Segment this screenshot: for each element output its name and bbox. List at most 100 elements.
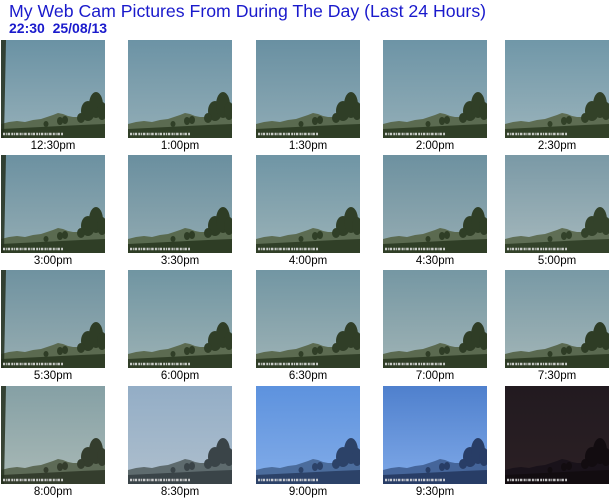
tree xyxy=(566,346,572,354)
tree xyxy=(566,231,572,239)
tree xyxy=(459,343,467,353)
tree xyxy=(332,228,340,238)
tree xyxy=(298,351,304,357)
time-label: 1:30pm xyxy=(288,140,328,152)
tree xyxy=(204,459,212,469)
time-label: 7:30pm xyxy=(537,370,577,382)
thumbnail-cell: 2:00pm xyxy=(383,40,487,153)
tree xyxy=(204,343,212,353)
thumbnail-cell: 8:00pm xyxy=(1,386,105,499)
webcam-thumbnail xyxy=(1,386,105,484)
webcam-scene xyxy=(1,386,105,484)
thumbnail-cell: 3:30pm xyxy=(128,155,232,268)
time-label: 2:00pm xyxy=(415,140,455,152)
webcam-thumbnail xyxy=(505,155,609,253)
tree xyxy=(581,343,589,353)
webcam-thumbnail xyxy=(1,40,105,138)
tree xyxy=(317,116,323,124)
time-label: 7:00pm xyxy=(415,370,455,382)
tree xyxy=(547,236,553,242)
webcam-thumbnail xyxy=(383,40,487,138)
tree xyxy=(170,467,176,473)
webcam-scene xyxy=(383,207,487,253)
webcam-thumbnail xyxy=(256,155,360,253)
webcam-scene xyxy=(505,207,609,253)
webcam-thumbnail xyxy=(383,270,487,368)
tree xyxy=(62,462,68,470)
webcam-thumbnail xyxy=(383,155,487,253)
webcam-thumbnail xyxy=(383,386,487,484)
webcam-scene xyxy=(383,322,487,368)
thumbnail-cell: 3:00pm xyxy=(1,155,105,268)
time-label: 6:30pm xyxy=(288,370,328,382)
webcam-scene xyxy=(505,322,609,368)
thumbnail-cell: 9:30pm xyxy=(383,386,487,499)
webcam-thumbnail xyxy=(256,40,360,138)
webcam-scene xyxy=(1,155,105,253)
page-title: My Web Cam Pictures From During The Day … xyxy=(9,1,487,21)
time-label: 5:00pm xyxy=(537,255,577,267)
webcam-thumbnail xyxy=(128,155,232,253)
tree xyxy=(566,116,572,124)
tree xyxy=(425,467,431,473)
tree xyxy=(77,228,85,238)
tree xyxy=(459,228,467,238)
thumbnail-cell: 5:30pm xyxy=(1,270,105,383)
webcam-thumbnail xyxy=(128,386,232,484)
tree xyxy=(77,113,85,123)
tree xyxy=(317,231,323,239)
tree xyxy=(332,343,340,353)
tree xyxy=(581,459,589,469)
tree xyxy=(62,346,68,354)
webcam-scene xyxy=(256,92,360,138)
webcam-thumbnail xyxy=(128,40,232,138)
time-label: 2:30pm xyxy=(537,140,577,152)
thumbnail-cell: 4:00pm xyxy=(256,155,360,268)
webcam-scene xyxy=(1,270,105,368)
thumbnail-cell: 2:30pm xyxy=(505,40,609,153)
tree xyxy=(332,113,340,123)
thumbnail-cell: 1:00pm xyxy=(128,40,232,153)
thumbnail-cell: 6:00pm xyxy=(128,270,232,383)
webcam-thumbnail xyxy=(505,270,609,368)
tree xyxy=(547,121,553,127)
tree xyxy=(298,236,304,242)
thumbnail-cell: 6:30pm xyxy=(256,270,360,383)
webcam-thumbnail xyxy=(256,270,360,368)
webcam-scene xyxy=(256,438,360,484)
thumbnail-cell: 12:30pm xyxy=(1,40,105,153)
time-label: 3:30pm xyxy=(160,255,200,267)
webcam-scene xyxy=(383,92,487,138)
webcam-scene xyxy=(128,438,232,484)
tree xyxy=(204,113,212,123)
tree xyxy=(425,236,431,242)
tree xyxy=(298,121,304,127)
time-label: 8:00pm xyxy=(33,486,73,498)
tree xyxy=(43,467,49,473)
webcam-scene xyxy=(1,40,105,138)
tree xyxy=(189,231,195,239)
webcam-thumbnail xyxy=(1,270,105,368)
webcam-scene xyxy=(128,92,232,138)
thumbnail-cell: 8:30pm xyxy=(128,386,232,499)
tree xyxy=(298,467,304,473)
tree xyxy=(170,236,176,242)
last-updated-timestamp: 22:30 25/08/13 xyxy=(9,20,108,36)
webcam-scene xyxy=(256,207,360,253)
webcam-scene xyxy=(505,92,609,138)
webcam-thumbnail xyxy=(128,270,232,368)
tree xyxy=(204,228,212,238)
tree xyxy=(547,467,553,473)
tree xyxy=(189,462,195,470)
tree xyxy=(444,462,450,470)
tree xyxy=(43,121,49,127)
tree xyxy=(62,116,68,124)
webcam-scene xyxy=(128,207,232,253)
tree xyxy=(444,116,450,124)
tree xyxy=(317,462,323,470)
tree xyxy=(581,228,589,238)
thumbnail-cell: 7:00pm xyxy=(383,270,487,383)
webcam-scene xyxy=(505,438,609,484)
tree xyxy=(77,343,85,353)
tree xyxy=(189,346,195,354)
